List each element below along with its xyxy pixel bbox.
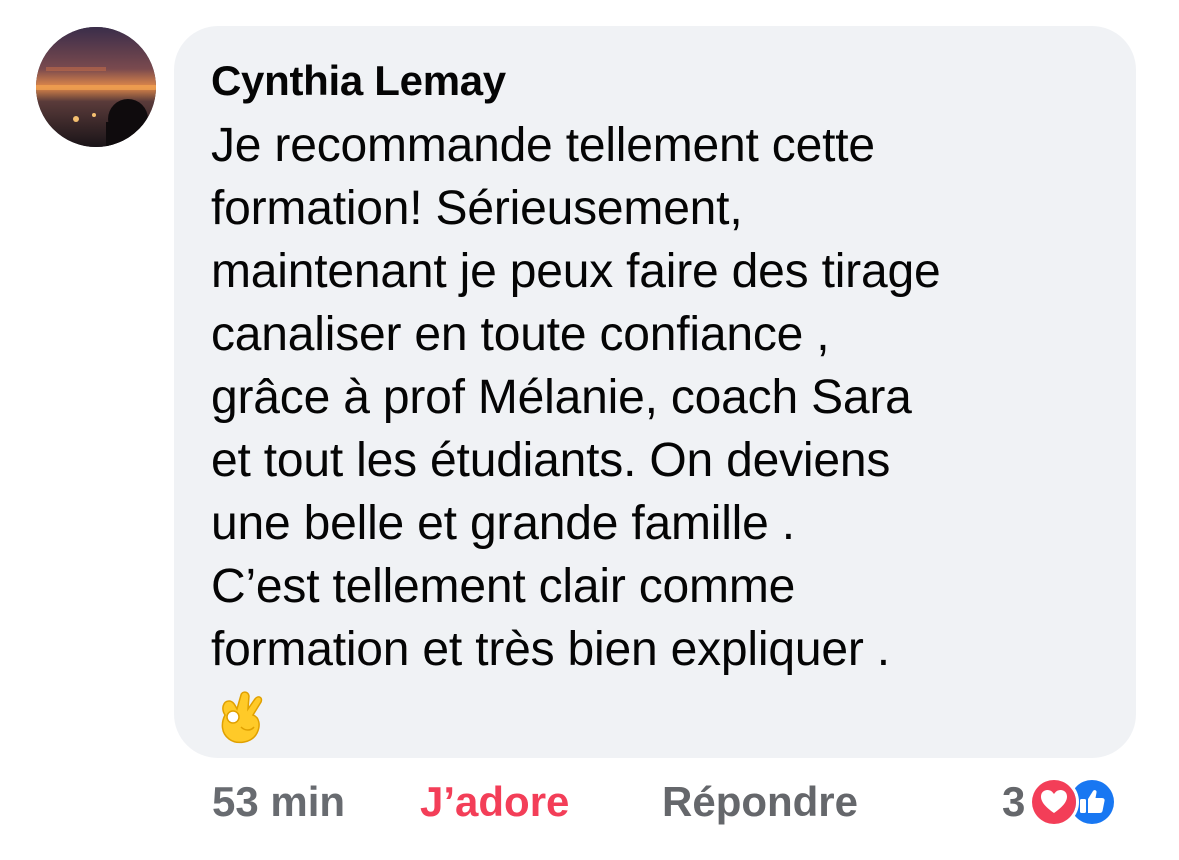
comment-text: Je recommande tellement cette formation!… xyxy=(211,119,941,676)
reply-button[interactable]: Répondre xyxy=(662,770,858,834)
avatar-image xyxy=(36,27,156,147)
comment-author[interactable]: Cynthia Lemay xyxy=(211,54,1106,108)
comment-actions: 53 min J’adore Répondre 3 xyxy=(212,770,1152,834)
ok-hand-icon xyxy=(211,687,269,747)
love-reaction-icon xyxy=(1029,777,1080,827)
avatar[interactable] xyxy=(36,27,156,147)
comment-timestamp[interactable]: 53 min xyxy=(212,770,345,834)
comment-bubble[interactable]: Cynthia Lemay Je recommande tellement ce… xyxy=(174,26,1136,758)
love-reaction-button[interactable]: J’adore xyxy=(420,770,569,834)
reaction-count: 3 xyxy=(1002,778,1026,825)
reactions-summary[interactable]: 3 xyxy=(1002,777,1118,827)
